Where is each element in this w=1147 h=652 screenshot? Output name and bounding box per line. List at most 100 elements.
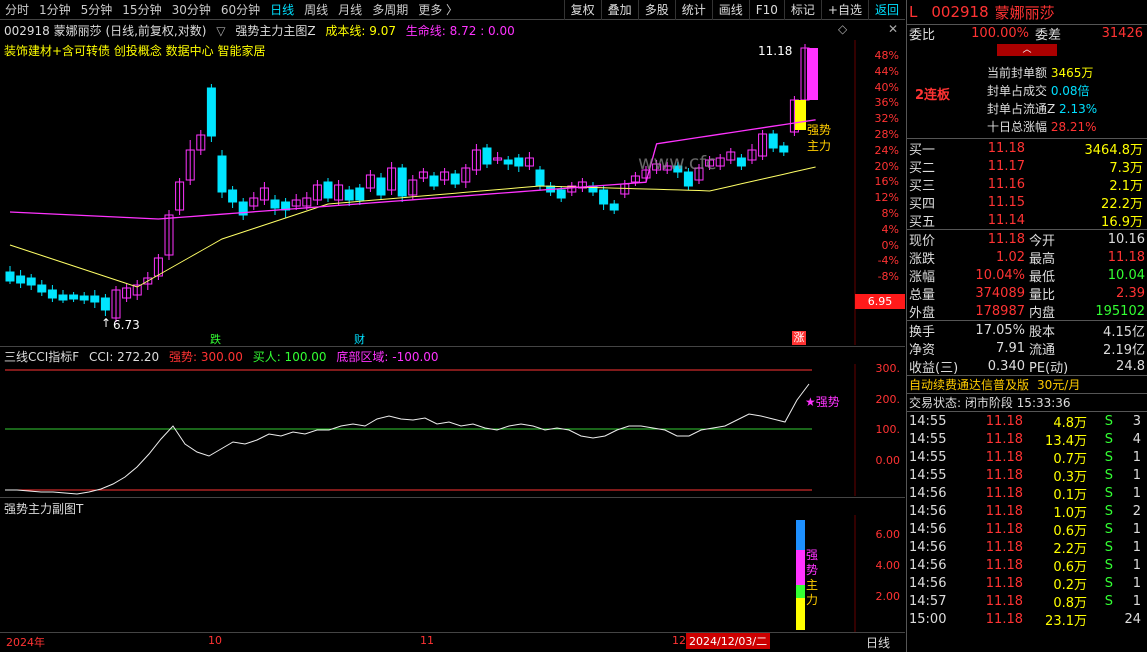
- candle-body: [514, 157, 524, 167]
- quote-label: 收益(三): [909, 360, 959, 376]
- ad-text[interactable]: 自动续费通达信普及版: [909, 376, 1029, 393]
- candle-body: [599, 189, 609, 205]
- trade-row: 14:55 11.18 0.3万 S 1: [907, 466, 1147, 485]
- y-tick: 36%: [874, 96, 899, 110]
- bid-row[interactable]: 买二 11.17 7.3万: [907, 157, 1147, 176]
- trade-volume: 0.7万: [1053, 451, 1087, 467]
- tool-button-1[interactable]: 叠加: [600, 0, 638, 20]
- marker-finance[interactable]: 财: [354, 331, 365, 347]
- seal-value: 3465万: [1047, 66, 1094, 80]
- bid-row[interactable]: 买五 11.14 16.9万: [907, 211, 1147, 230]
- close-icon[interactable]: ✕: [888, 22, 898, 36]
- candle-body: [100, 297, 110, 311]
- tool-button-6[interactable]: 标记: [783, 0, 821, 20]
- period-tab-9[interactable]: 多周期: [367, 0, 413, 20]
- badge-label-2: 主力: [807, 139, 832, 153]
- period-tab-6[interactable]: 日线: [265, 0, 299, 20]
- trade-time: 14:57: [909, 593, 947, 609]
- trade-volume: 1.0万: [1053, 505, 1087, 521]
- cci-header: 三线CCI指标F CCI: 272.20 强势: 300.00 买人: 100.…: [4, 348, 445, 364]
- trade-side: S: [1104, 575, 1113, 591]
- tool-button-0[interactable]: 复权: [563, 0, 601, 20]
- sub-title[interactable]: 强势主力副图T: [4, 502, 83, 516]
- y-tick: 4%: [881, 222, 899, 236]
- quote-row: 现价 11.18 今开 10.16: [907, 230, 1147, 249]
- quote-label: 最高: [1029, 251, 1056, 267]
- trade-count: 1: [1132, 557, 1141, 573]
- period-tab-10[interactable]: 更多 〉: [413, 0, 463, 20]
- period-tab-3[interactable]: 15分钟: [117, 0, 166, 20]
- candlestick-chart[interactable]: [0, 40, 905, 345]
- trade-price: 11.18: [985, 611, 1023, 627]
- bid-row[interactable]: 买四 11.15 22.2万: [907, 193, 1147, 212]
- tool-button-7[interactable]: +自选: [820, 0, 868, 20]
- bid-row[interactable]: 买一 11.18 3464.8万: [907, 139, 1147, 158]
- period-tab-7[interactable]: 周线: [299, 0, 333, 20]
- l-icon: L: [909, 3, 918, 21]
- ad-row[interactable]: 自动续费通达信普及版 30元/月: [907, 375, 1147, 393]
- trade-side: S: [1104, 485, 1113, 501]
- quote-row: 涨跌 1.02 最高 11.18: [907, 248, 1147, 267]
- candle-body: [736, 157, 746, 167]
- trade-volume: 0.1万: [1053, 487, 1087, 503]
- period-tab-5[interactable]: 60分钟: [216, 0, 265, 20]
- tool-button-5[interactable]: F10: [748, 0, 784, 20]
- sub-chart[interactable]: [0, 515, 905, 632]
- bid-label: 买四: [909, 196, 936, 212]
- trade-price: 11.18: [985, 521, 1023, 537]
- period-tab-2[interactable]: 5分钟: [76, 0, 118, 20]
- marker-drop[interactable]: 跌: [210, 331, 221, 347]
- trade-row: 14:56 11.18 0.6万 S 1: [907, 520, 1147, 539]
- period-tab-1[interactable]: 1分钟: [34, 0, 76, 20]
- marker-rise[interactable]: 涨: [792, 331, 806, 345]
- y-tick: 100.: [875, 423, 901, 436]
- indicator-name[interactable]: 强势主力主图Z: [235, 24, 315, 38]
- tool-button-2[interactable]: 多股: [637, 0, 675, 20]
- diamond-icon[interactable]: ◇: [838, 22, 847, 36]
- period-tabs: 分时 1分钟 5分钟 15分钟 30分钟 60分钟 日线 周线 月线 多周期 更多 〉: [0, 0, 463, 20]
- tool-button-8[interactable]: 返回: [867, 0, 905, 20]
- quote-label: 最低: [1029, 269, 1056, 285]
- trade-count: 1: [1132, 539, 1141, 555]
- stock-header: L 002918 蒙娜丽莎: [907, 0, 1147, 24]
- cci-bottom: 底部区域: -100.00: [336, 350, 439, 364]
- ad-price[interactable]: 30元/月: [1037, 376, 1080, 393]
- trade-count: 3: [1132, 413, 1141, 429]
- quote-value: 11.18: [987, 231, 1025, 247]
- candle-body: [450, 173, 460, 185]
- trade-price: 11.18: [985, 575, 1023, 591]
- trade-volume: 0.6万: [1053, 559, 1087, 575]
- candle-body: [206, 87, 216, 137]
- seal-label: 封单占流通Z: [987, 102, 1056, 116]
- cci-title[interactable]: 三线CCI指标F: [4, 350, 79, 364]
- quote-value: 2.19亿: [1103, 342, 1145, 358]
- current-price-tag: 6.95: [855, 294, 905, 309]
- bid-price: 11.16: [987, 176, 1025, 192]
- tool-button-3[interactable]: 统计: [674, 0, 712, 20]
- seal-value: 28.21%: [1047, 120, 1097, 134]
- sub-header: 强势主力副图T: [4, 500, 89, 516]
- bid-volume: 16.9万: [1101, 214, 1143, 230]
- collapse-icon[interactable]: ▽: [216, 24, 225, 38]
- y-tick: -4%: [877, 254, 899, 268]
- period-tab-0[interactable]: 分时: [0, 0, 34, 20]
- high-price-label: 11.18: [758, 44, 793, 58]
- lianban-label: 2连板: [915, 88, 951, 103]
- trade-price: 11.18: [985, 449, 1023, 465]
- bid-row[interactable]: 买三 11.16 2.1万: [907, 175, 1147, 194]
- period-tab-8[interactable]: 月线: [333, 0, 367, 20]
- trade-side: S: [1104, 467, 1113, 483]
- quote-label: 今开: [1029, 233, 1056, 249]
- period-tag[interactable]: 日线: [866, 634, 890, 651]
- trade-count: 24: [1124, 611, 1141, 627]
- quote-value: 7.91: [996, 340, 1025, 356]
- cci-chart[interactable]: [0, 364, 905, 496]
- candle-body: [228, 189, 238, 203]
- weibi-value: 100.00%: [971, 26, 1029, 41]
- trade-price: 11.18: [985, 593, 1023, 609]
- tool-button-4[interactable]: 画线: [711, 0, 749, 20]
- collapse-arrow-icon[interactable]: ︿: [997, 44, 1057, 56]
- period-tab-4[interactable]: 30分钟: [167, 0, 216, 20]
- seal-value: 0.08倍: [1047, 84, 1090, 98]
- trade-price: 11.18: [985, 431, 1023, 447]
